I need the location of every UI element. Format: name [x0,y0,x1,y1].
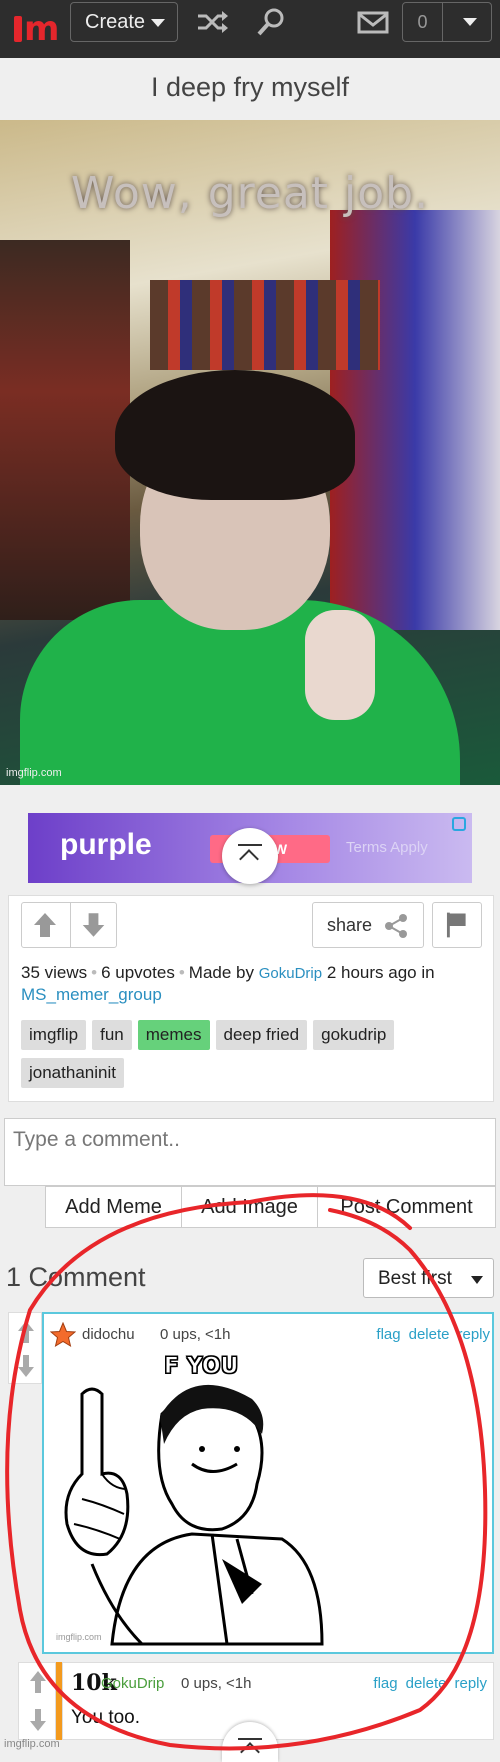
comment-actions-links: flag delete reply [368,1326,490,1343]
delete-link[interactable]: delete [406,1675,447,1692]
create-button-label: Create [85,11,146,33]
comments-count: 1 Comment [6,1262,146,1292]
post-comment-button[interactable]: Post Comment [318,1187,495,1227]
chevron-down-icon [151,19,165,27]
downvote-icon[interactable] [70,903,117,947]
meme-watermark: imgflip.com [6,767,62,779]
flag-icon[interactable] [432,902,482,948]
comment-vote-buttons [8,1312,42,1384]
downvote-icon[interactable] [17,1353,35,1379]
flag-link[interactable]: flag [376,1326,400,1343]
post-time: 2 hours ago in [326,963,435,982]
collapse-ad-button[interactable] [222,828,278,884]
chevron-down-icon [463,18,477,26]
upvote-icon[interactable] [22,903,69,947]
notifications-dropdown[interactable]: 0 [402,2,492,42]
reply-username[interactable]: GokuDrip [101,1675,164,1692]
vote-buttons [21,902,117,948]
meme-caption: Wow, great job. [70,168,430,219]
tag-memes[interactable]: memes [137,1020,210,1050]
logo-i-shape [14,16,22,42]
ad-terms: Terms Apply [346,839,428,856]
share-button[interactable]: share [312,902,424,948]
upvote-icon[interactable] [17,1319,35,1345]
reply-vote-buttons [18,1662,56,1740]
comment-item: didochu 0 ups, <1h flag delete reply F YOU… [42,1312,494,1654]
post-title: I deep fry myself [150,72,350,102]
add-meme-button[interactable]: Add Meme [46,1187,182,1227]
comment-meme-watermark: imgflip.com [56,1632,102,1642]
ad-brand: purple [60,828,152,861]
add-image-button[interactable]: Add Image [182,1187,318,1227]
shuffle-icon[interactable] [196,8,230,36]
comment-actions: Add Meme Add Image Post Comment [45,1186,496,1228]
upvotes-count: 6 upvotes [101,963,175,982]
chevron-down-icon [471,1276,483,1284]
tag-imgflip[interactable]: imgflip [21,1020,87,1050]
comment-username[interactable]: didochu [82,1326,135,1343]
tag-deep-fried[interactable]: deep fried [215,1020,308,1050]
comment-meme-image[interactable]: F YOU imgflip.com [52,1354,332,1646]
mail-icon[interactable] [356,8,390,36]
delete-link[interactable]: delete [409,1326,450,1343]
image-shelf [150,280,380,370]
stream-link[interactable]: MS_memer_group [21,985,162,1004]
middle-finger-man-illustration [64,1384,324,1646]
sort-select-value: Best first [378,1268,452,1289]
share-icon [385,914,407,938]
star-icon [50,1322,76,1348]
comment-header: didochu 0 ups, <1h flag delete reply [50,1322,490,1348]
tag-list: imgflip fun memes deep fried gokudrip jonatha… [21,1020,481,1096]
post-meta: 35 views • 6 upvotes • Made by GokuDrip 2 ho… [21,963,435,1004]
downvote-icon[interactable] [29,1707,47,1733]
tag-fun[interactable]: fun [92,1020,132,1050]
create-button[interactable]: Create [70,2,178,42]
person-hair [115,370,355,500]
comment-input[interactable]: Type a comment.. [4,1118,496,1186]
share-button-label: share [327,915,373,935]
imgflip-logo[interactable]: m [12,9,60,49]
top-bar: m Create 0 [0,0,500,58]
tag-gokudrip[interactable]: gokudrip [313,1020,395,1050]
tag-jonathaninit[interactable]: jonathaninit [21,1058,124,1088]
post-info-card: share 35 views • 6 upvotes • Made by GokuDri… [8,895,494,1102]
comment-meta: 0 ups, <1h [160,1326,231,1343]
notification-count: 0 [403,3,443,41]
search-icon[interactable] [254,8,288,36]
flag-link[interactable]: flag [373,1675,397,1692]
reply-link[interactable]: reply [457,1326,490,1343]
reply-text: You too. [71,1707,141,1728]
comment-meme-caption: F YOU [163,1354,239,1380]
person-thumb [305,610,375,720]
ad-info-icon[interactable] [452,817,466,831]
reply-meta: 0 ups, <1h [181,1675,252,1692]
upvote-icon[interactable] [29,1669,47,1695]
meme-image[interactable]: Wow, great job. imgflip.com [0,120,500,785]
reply-item: 10k GokuDrip 0 ups, <1h flag delete reply … [62,1662,494,1740]
page-watermark: imgflip.com [4,1738,60,1750]
author-link[interactable]: GokuDrip [259,965,322,982]
image-background-left [0,240,130,620]
made-by-label: Made by [188,963,254,982]
reply-link[interactable]: reply [454,1675,487,1692]
views-count: 35 views [21,963,88,982]
sort-select[interactable]: Best first [363,1258,494,1298]
logo-m-shape: m [24,9,60,49]
reply-actions-links: flag delete reply [365,1675,487,1692]
image-background-right [330,210,500,630]
